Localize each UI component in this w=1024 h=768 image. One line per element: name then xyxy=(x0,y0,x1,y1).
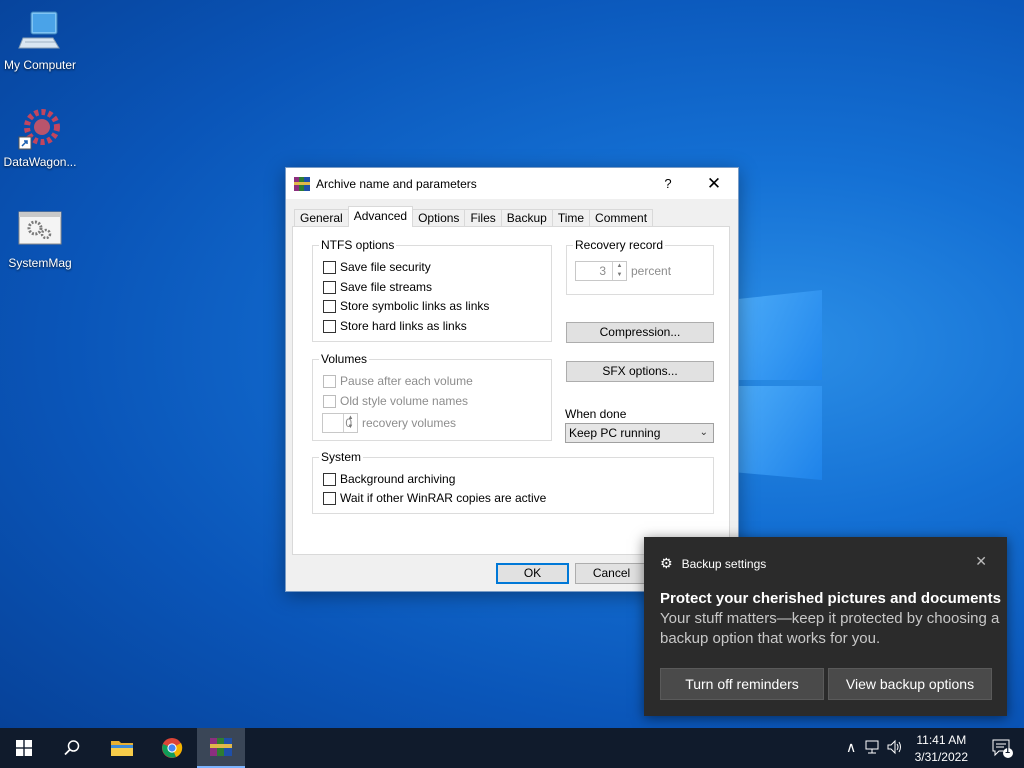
ntfs-options-legend: NTFS options xyxy=(319,238,397,252)
system-legend: System xyxy=(319,450,364,464)
toast-close-icon[interactable]: ✕ xyxy=(975,553,987,570)
toast-body: Your stuff matters—keep it protected by … xyxy=(660,610,1000,647)
desktop-icon-datawagon[interactable]: DataWagon... xyxy=(0,107,80,169)
taskbar: ∧ 11:41 AM 3/31/2022 1 xyxy=(0,728,1024,768)
desktop-icon-label: DataWagon... xyxy=(3,155,77,169)
cancel-button[interactable]: Cancel xyxy=(575,563,648,584)
turn-off-reminders-button[interactable]: Turn off reminders xyxy=(660,668,824,700)
wait-other-copies-checkbox[interactable]: Wait if other WinRAR copies are active xyxy=(323,491,546,505)
tab-strip: General Advanced Options Files Backup Ti… xyxy=(294,206,654,227)
desktop-icon-my-computer[interactable]: My Computer xyxy=(0,10,80,72)
network-icon[interactable] xyxy=(864,739,880,758)
clock-time: 11:41 AM xyxy=(916,733,967,747)
tab-general[interactable]: General xyxy=(294,209,349,227)
archive-parameters-dialog: Archive name and parameters ? ✕ General … xyxy=(285,167,739,592)
volume-icon[interactable] xyxy=(886,739,902,758)
chrome-icon xyxy=(162,738,183,758)
system-tray: ∧ 11:41 AM 3/31/2022 1 xyxy=(834,728,1024,768)
notification-count-badge: 1 xyxy=(1005,745,1011,755)
desktop-icon-label: SystemMag xyxy=(8,256,72,270)
computer-icon xyxy=(17,10,63,54)
save-file-security-checkbox[interactable]: Save file security xyxy=(323,260,431,274)
desktop-icon-label: My Computer xyxy=(3,58,77,72)
save-file-streams-checkbox[interactable]: Save file streams xyxy=(323,280,432,294)
toast-header: ⚙ Backup settings xyxy=(660,555,766,572)
tab-options[interactable]: Options xyxy=(412,209,466,227)
winrar-icon xyxy=(210,738,232,756)
backup-notification-toast[interactable]: ⚙ Backup settings ✕ Protect your cherish… xyxy=(644,537,1007,716)
dialog-titlebar[interactable]: Archive name and parameters ? ✕ xyxy=(286,168,738,199)
winrar-taskbar-button[interactable] xyxy=(197,728,245,768)
background-archiving-checkbox[interactable]: Background archiving xyxy=(323,472,455,486)
clock-date: 3/31/2022 xyxy=(914,750,968,764)
recovery-record-legend: Recovery record xyxy=(573,238,666,252)
chrome-button[interactable] xyxy=(148,728,196,768)
recovery-volumes-spinner[interactable]: 0 ▲ ▼ recovery volumes xyxy=(322,413,456,433)
spin-arrows-icon[interactable]: ▲ ▼ xyxy=(343,414,357,432)
folder-icon xyxy=(111,741,133,756)
file-explorer-button[interactable] xyxy=(98,728,146,768)
old-style-volume-names-checkbox[interactable]: Old style volume names xyxy=(323,394,468,408)
help-button[interactable]: ? xyxy=(652,168,684,199)
windows-start-icon xyxy=(16,740,32,756)
windows-logo-wallpaper xyxy=(738,290,822,480)
tab-backup[interactable]: Backup xyxy=(500,209,553,227)
volumes-legend: Volumes xyxy=(319,352,370,366)
recovery-volumes-label: recovery volumes xyxy=(362,416,457,430)
toast-heading: Protect your cherished pictures and docu… xyxy=(660,590,1001,607)
when-done-dropdown[interactable]: Keep PC running ⌄ xyxy=(565,423,714,443)
spin-arrows-icon[interactable]: ▲ ▼ xyxy=(612,262,626,280)
winrar-icon xyxy=(294,176,310,192)
view-backup-options-button[interactable]: View backup options xyxy=(828,668,992,700)
recovery-record-spinner[interactable]: 3 ▲ ▼ percent xyxy=(575,261,671,281)
ntfs-options-group: NTFS options Save file security Save fil… xyxy=(312,238,552,342)
tab-time[interactable]: Time xyxy=(551,209,591,227)
toast-app-name: Backup settings xyxy=(681,556,767,571)
advanced-tab-panel: NTFS options Save file security Save fil… xyxy=(292,226,730,555)
recovery-volumes-input[interactable]: 0 ▲ ▼ xyxy=(322,413,358,433)
ok-button[interactable]: OK xyxy=(496,563,569,584)
recovery-record-group: Recovery record 3 ▲ ▼ percent xyxy=(566,238,714,295)
shortcut-gear-icon xyxy=(17,107,63,151)
taskbar-clock[interactable]: 11:41 AM 3/31/2022 xyxy=(915,732,968,766)
system-group: System Background archiving Wait if othe… xyxy=(312,450,714,514)
dialog-title: Archive name and parameters xyxy=(316,176,477,191)
gear-icon: ⚙ xyxy=(660,555,673,571)
close-button[interactable]: ✕ xyxy=(698,168,730,199)
chevron-up-icon[interactable]: ∧ xyxy=(846,739,856,756)
action-center-icon[interactable]: 1 xyxy=(992,738,1014,761)
search-button[interactable] xyxy=(48,728,96,768)
store-symbolic-links-checkbox[interactable]: Store symbolic links as links xyxy=(323,299,489,313)
settings-window-icon xyxy=(17,208,63,252)
compression-button[interactable]: Compression... xyxy=(566,322,714,343)
store-hard-links-checkbox[interactable]: Store hard links as links xyxy=(323,319,467,333)
tab-files[interactable]: Files xyxy=(464,209,502,227)
recovery-record-input[interactable]: 3 ▲ ▼ xyxy=(575,261,627,281)
search-icon xyxy=(64,740,80,756)
start-button[interactable] xyxy=(0,728,48,768)
when-done-label: When done xyxy=(565,407,627,421)
sfx-options-button[interactable]: SFX options... xyxy=(566,361,714,382)
tab-advanced[interactable]: Advanced xyxy=(347,206,414,227)
desktop-icon-systemmag[interactable]: SystemMag xyxy=(0,208,80,270)
recovery-record-unit: percent xyxy=(631,264,672,278)
pause-after-volume-checkbox[interactable]: Pause after each volume xyxy=(323,374,473,388)
volumes-group: Volumes Pause after each volume Old styl… xyxy=(312,352,552,441)
chevron-down-icon: ⌄ xyxy=(699,427,708,438)
tab-comment[interactable]: Comment xyxy=(589,209,654,227)
